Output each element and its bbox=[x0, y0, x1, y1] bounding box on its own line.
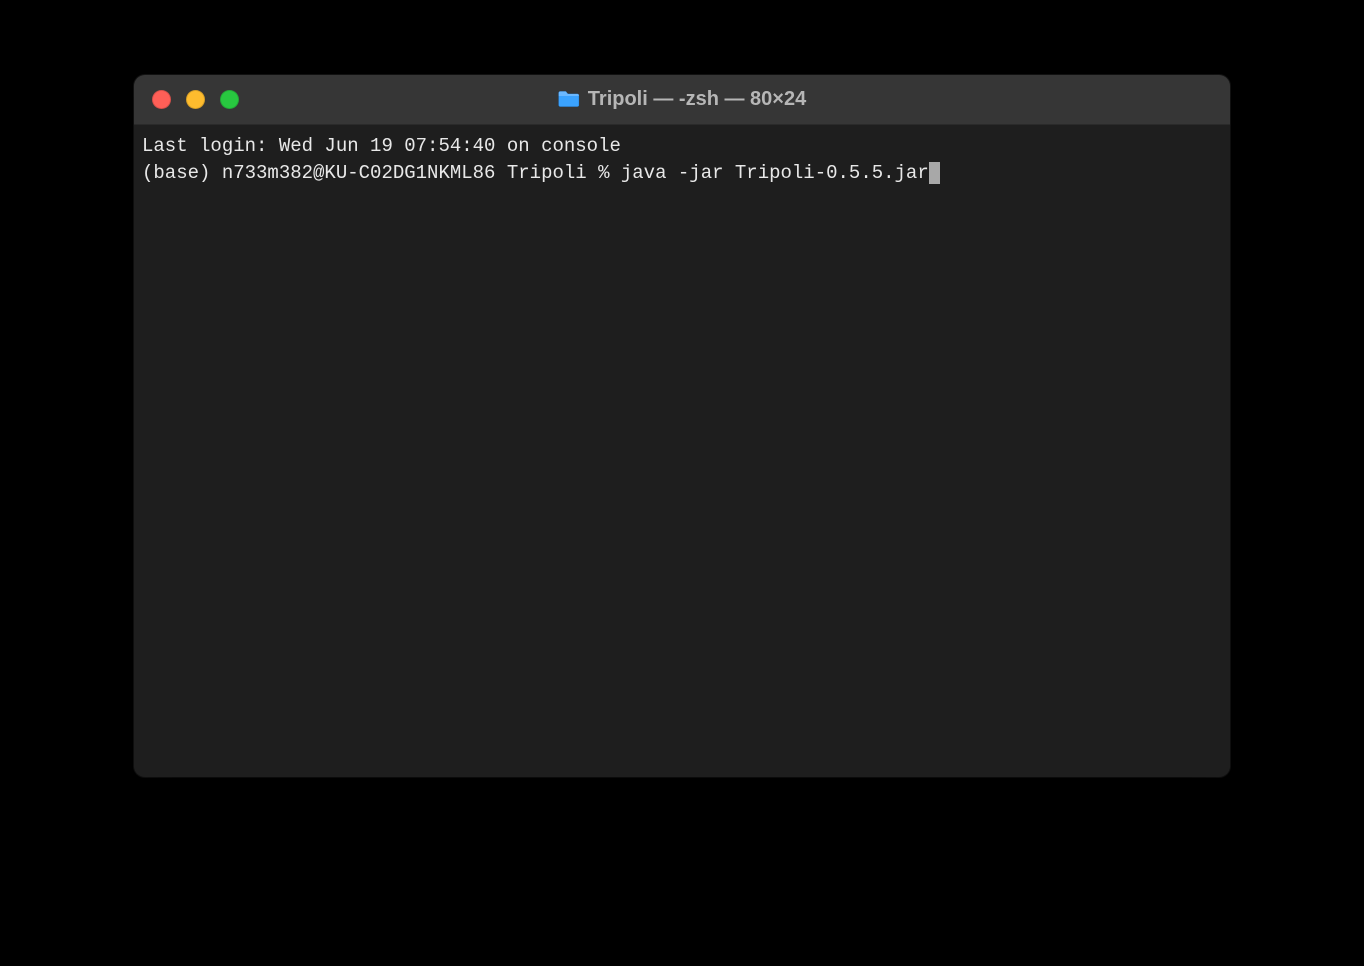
title-bar[interactable]: Tripoli — -zsh — 80×24 bbox=[134, 75, 1230, 125]
prompt-line: (base) n733m382@KU-C02DG1NKML86 Tripoli … bbox=[142, 160, 1222, 187]
cursor bbox=[929, 162, 940, 184]
folder-icon bbox=[558, 90, 580, 108]
prompt-text: (base) n733m382@KU-C02DG1NKML86 Tripoli … bbox=[142, 160, 929, 187]
terminal-body[interactable]: Last login: Wed Jun 19 07:54:40 on conso… bbox=[134, 125, 1230, 777]
last-login-line: Last login: Wed Jun 19 07:54:40 on conso… bbox=[142, 133, 1222, 160]
title-content: Tripoli — -zsh — 80×24 bbox=[558, 88, 806, 111]
traffic-lights bbox=[152, 90, 239, 109]
window-title: Tripoli — -zsh — 80×24 bbox=[588, 88, 806, 111]
minimize-button[interactable] bbox=[186, 90, 205, 109]
terminal-window: Tripoli — -zsh — 80×24 Last login: Wed J… bbox=[134, 75, 1230, 777]
close-button[interactable] bbox=[152, 90, 171, 109]
maximize-button[interactable] bbox=[220, 90, 239, 109]
